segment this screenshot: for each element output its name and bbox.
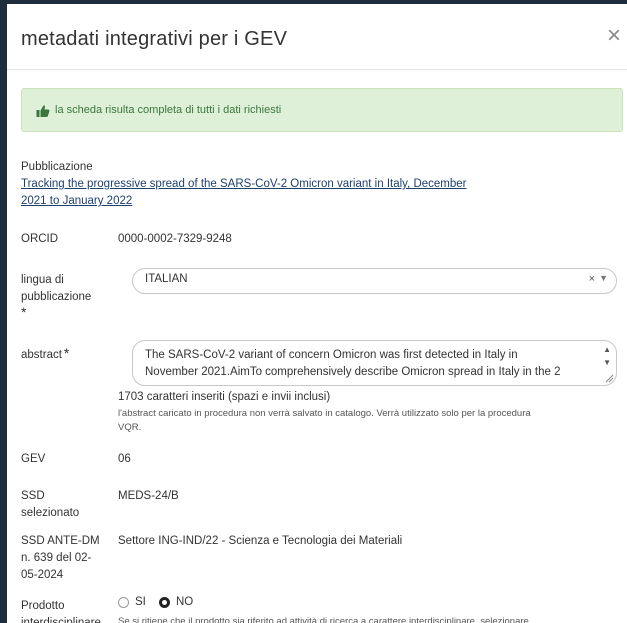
abstract-note-line1: l'abstract caricato in procedura non ver… — [118, 408, 531, 419]
orcid-label: ORCID — [21, 233, 59, 245]
radio-no[interactable] — [159, 597, 170, 608]
metadata-modal: metadati integrativi per i GEV × la sche… — [7, 4, 627, 623]
close-icon[interactable]: × — [603, 24, 625, 48]
thumbs-up-icon — [36, 105, 50, 117]
alert-text: la scheda risulta completa di tutti i da… — [55, 104, 282, 116]
radio-no-label: NO — [176, 596, 194, 608]
resize-grip-icon[interactable] — [605, 374, 614, 383]
abstract-text-line2: November 2021.AimTo comprehensively desc… — [145, 366, 561, 378]
abstract-text-line1: The SARS-CoV-2 variant of concern Omicro… — [145, 349, 518, 361]
gev-value: 06 — [118, 453, 131, 465]
abstract-required-mark: * — [63, 345, 70, 361]
publication-link-line2[interactable]: 2021 to January 2022 — [21, 193, 132, 210]
scroll-down-icon[interactable]: ▼ — [603, 358, 611, 367]
abstract-label-text: abstract — [21, 349, 62, 361]
publication-link-line1[interactable]: Tracking the progressive spread of the S… — [21, 176, 467, 193]
language-select[interactable]: ITALIAN × ▼ — [132, 268, 617, 294]
ssd-ante-value: Settore ING-IND/22 - Scienza e Tecnologi… — [118, 535, 403, 547]
ssd-ante-label-line2: n. 639 del 02- — [21, 552, 92, 564]
modal-title: metadati integrativi per i GEV — [21, 28, 288, 50]
ssd-value: MEDS-24/B — [118, 490, 179, 502]
ssd-label-line2: selezionato — [21, 507, 80, 519]
abstract-label: abstract * — [21, 345, 69, 364]
abstract-note-line2: VQR. — [118, 422, 142, 433]
clear-selection-icon[interactable]: × — [589, 273, 595, 285]
orcid-value: 0000-0002-7329-9248 — [118, 233, 232, 245]
language-label-line1: lingua di — [21, 274, 64, 286]
publication-label: Pubblicazione — [21, 161, 93, 173]
language-selected-value: ITALIAN — [145, 273, 188, 285]
prodotto-label-line2: interdisciplinare — [21, 617, 101, 623]
chevron-down-icon[interactable]: ▼ — [599, 273, 608, 283]
prodotto-hint: Se si ritiene che il prodotto sia riferi… — [118, 616, 529, 623]
ssd-ante-label-line3: 05-2024 — [21, 569, 64, 581]
completion-alert: la scheda risulta completa di tutti i da… — [21, 88, 623, 132]
window-frame-left — [0, 0, 7, 623]
ssd-label-line1: SSD — [21, 490, 45, 502]
radio-si-label: SI — [135, 596, 146, 608]
modal-header: metadati integrativi per i GEV × — [7, 4, 627, 70]
scroll-up-icon[interactable]: ▲ — [603, 345, 611, 354]
abstract-textarea[interactable]: The SARS-CoV-2 variant of concern Omicro… — [132, 340, 617, 386]
prodotto-label-line1: Prodotto — [21, 600, 65, 612]
radio-si[interactable] — [118, 597, 129, 608]
abstract-char-count: 1703 caratteri inseriti (spazi e invii i… — [118, 391, 331, 403]
gev-label: GEV — [21, 453, 46, 465]
ssd-ante-label-line1: SSD ANTE-DM — [21, 535, 100, 547]
language-label-line2: pubblicazione — [21, 291, 92, 303]
language-required-mark: * — [21, 304, 27, 320]
